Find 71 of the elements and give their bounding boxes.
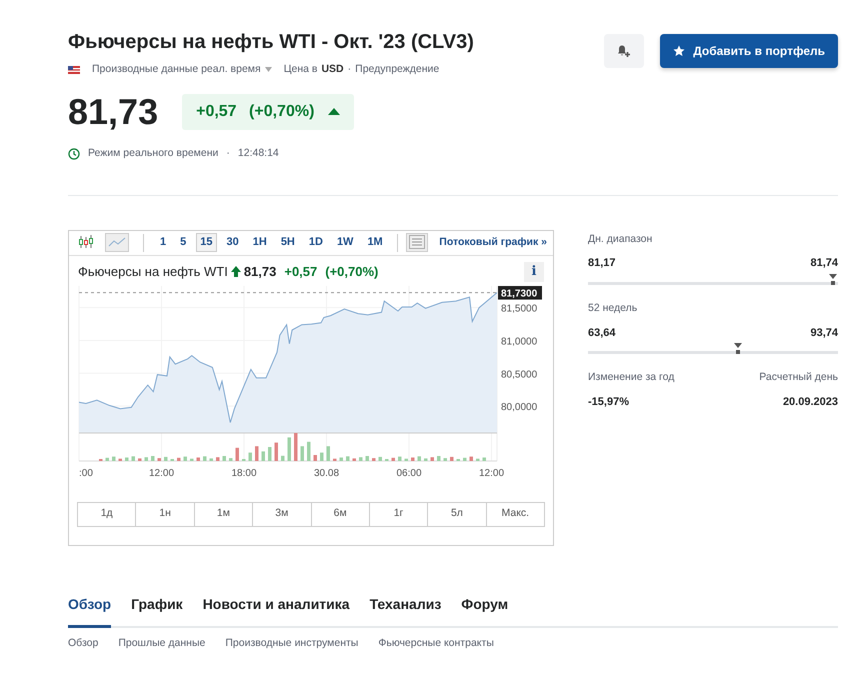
nav-tab[interactable]: Теханализ	[370, 594, 442, 628]
disclaimer-link[interactable]: Предупреждение	[355, 62, 440, 78]
range-high: 93,74	[810, 326, 838, 340]
interval-button[interactable]: 30	[222, 233, 243, 252]
axis-label: 81,5000	[501, 303, 538, 314]
subnav-link[interactable]: Производные инструменты	[225, 636, 358, 652]
axis-label: 80,5000	[501, 368, 538, 380]
interval-button[interactable]: 1D	[304, 233, 327, 252]
range-label: 52 недель	[588, 300, 638, 316]
axis-label: 18:00	[231, 468, 257, 478]
change-value: +0,57	[196, 102, 238, 122]
nav-tab[interactable]: График	[131, 594, 183, 628]
interval-button[interactable]: 1	[156, 233, 170, 252]
axis-label: :00	[79, 468, 93, 478]
interval-button[interactable]: 1M	[363, 233, 387, 252]
last-price: 81,73	[68, 94, 158, 130]
up-arrow-icon	[230, 266, 241, 277]
candlestick-icon	[78, 235, 94, 250]
range-low: 63,64	[588, 326, 616, 340]
table-icon	[408, 235, 425, 250]
realtime-label: Режим реального времени	[88, 146, 218, 161]
interval-button[interactable]: 5	[176, 233, 190, 252]
page-title: Фьючерсы на нефть WTI - Окт. '23 (CLV3)	[68, 30, 474, 54]
axis-label: 06:00	[396, 468, 422, 478]
add-to-portfolio-button[interactable]: Добавить в портфель	[660, 34, 838, 68]
nav-tab[interactable]: Форум	[461, 594, 508, 628]
legend-change-percent: (+0,70%)	[325, 262, 378, 281]
separator-dot: ·	[226, 146, 230, 161]
table-view-button[interactable]	[406, 233, 428, 252]
axis-label: 30.08	[314, 468, 340, 478]
axis-label: 12:00	[148, 468, 174, 478]
alert-button[interactable]	[604, 34, 644, 68]
bell-plus-icon	[617, 44, 632, 58]
axis-label: 12:00	[478, 468, 504, 478]
year-change-label: Изменение за год	[588, 370, 674, 385]
up-triangle-icon	[328, 108, 340, 116]
data-source-dropdown[interactable]: Производные данные реал. время	[92, 62, 261, 78]
line-chart-icon	[108, 236, 126, 248]
streaming-chart-link[interactable]: Потоковый график »	[439, 234, 547, 250]
instrument-name: Фьючерсы на нефть WTI	[78, 262, 228, 281]
subnav-link[interactable]: Прошлые данные	[118, 636, 206, 652]
range-high: 81,74	[810, 256, 838, 272]
settlement-label: Расчетный день	[759, 370, 838, 385]
clock-icon	[68, 148, 80, 160]
info-button[interactable]: i	[524, 262, 544, 282]
price-tag: 81,7300	[498, 286, 542, 300]
star-icon	[673, 45, 686, 57]
separator-dot: ·	[348, 62, 352, 77]
interval-button[interactable]: 5H	[276, 233, 299, 252]
nav-tab[interactable]: Обзор	[68, 594, 112, 628]
axis-label: 81,0000	[501, 336, 538, 347]
interval-button[interactable]: 1W	[332, 233, 358, 252]
range-low: 81,17	[588, 256, 616, 272]
legend-price: 81,73	[244, 262, 276, 281]
interval-button[interactable]: 15	[196, 233, 216, 252]
subnav-link[interactable]: Обзор	[68, 636, 98, 652]
axis-label: 80,0000	[501, 402, 538, 413]
nav-tab[interactable]: Новости и аналитика	[202, 594, 350, 628]
caret-icon[interactable]	[264, 67, 272, 72]
currency-label: Цена в	[284, 62, 318, 77]
currency-code: USD	[321, 62, 344, 77]
line-chart-button[interactable]	[105, 233, 129, 252]
interval-button[interactable]: 1H	[248, 233, 271, 252]
quote-time: 12:48:14	[238, 146, 279, 161]
flag-icon	[68, 66, 80, 74]
year-change-value: -15,97%	[588, 394, 630, 410]
subnav-link[interactable]: Фьючерсные контракты	[378, 636, 494, 652]
legend-change: +0,57	[284, 262, 318, 281]
change-percent: (+0,70%)	[249, 102, 314, 122]
settlement-date: 20.09.2023	[782, 394, 838, 410]
range-label: Дн. диапазон	[588, 232, 654, 246]
